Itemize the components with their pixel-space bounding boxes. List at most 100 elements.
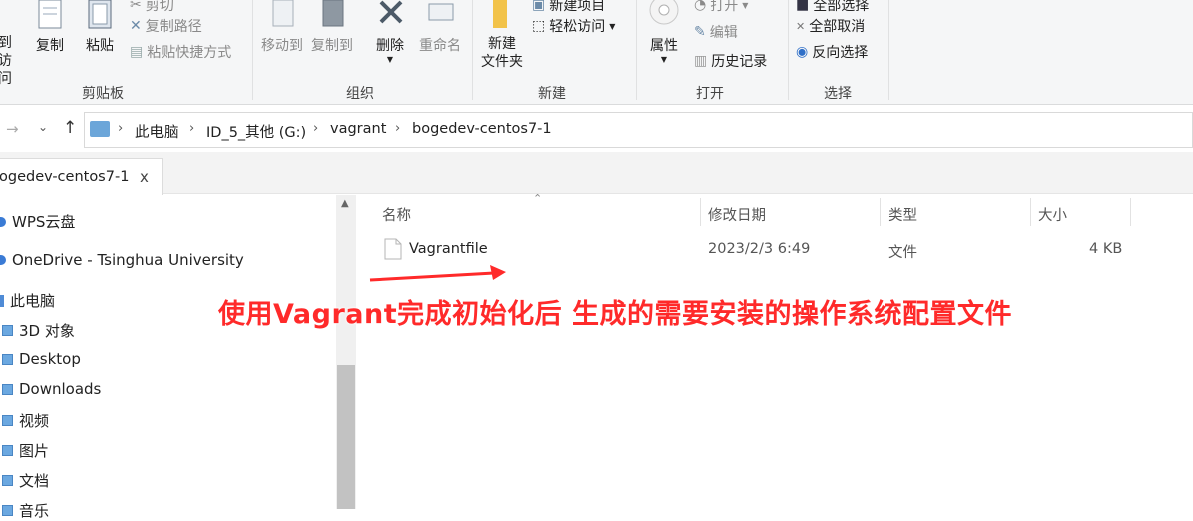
rename-label: 重命名 xyxy=(419,38,461,54)
copy-label: 复制 xyxy=(36,38,64,54)
nav-item[interactable]: 此电脑 xyxy=(0,290,55,311)
scroll-up-icon[interactable]: ▲ xyxy=(341,198,349,209)
breadcrumb-chevron-icon[interactable]: › xyxy=(395,121,400,136)
nav-item-label: WPS云盘 xyxy=(12,213,76,231)
paste-shortcut-label: 粘贴快捷方式 xyxy=(147,45,232,61)
folder-icon xyxy=(2,383,13,395)
nav-item[interactable]: Desktop xyxy=(2,350,81,368)
organize-group-label: 组织 xyxy=(346,86,374,102)
cut-button[interactable]: ✂ 剪切 xyxy=(130,0,174,15)
folder-icon xyxy=(2,475,13,486)
folder-icon xyxy=(2,415,13,426)
new-item-button[interactable]: ▣ 新建项目 xyxy=(532,0,605,15)
paste-shortcut-button[interactable]: ▤ 粘贴快捷方式 xyxy=(130,42,231,62)
select-all-button[interactable]: ■ 全部选择 xyxy=(796,0,869,15)
column-header-type[interactable]: 类型 xyxy=(888,204,917,225)
copy-button[interactable]: 复制 xyxy=(30,0,70,55)
select-none-label: 全部取消 xyxy=(809,19,866,35)
cloud-icon xyxy=(0,255,6,265)
cloud-icon xyxy=(0,216,6,227)
column-divider[interactable] xyxy=(880,198,881,226)
edit-button[interactable]: ✎ 编辑 xyxy=(694,22,738,42)
column-header-size[interactable]: 大小 xyxy=(1038,204,1067,225)
copy-path-label: 复制路径 xyxy=(145,19,202,35)
nav-item[interactable]: 图片 xyxy=(2,440,49,461)
easy-access-button[interactable]: ⬚ 轻松访问 ▼ xyxy=(532,16,615,36)
properties-icon xyxy=(649,0,679,25)
delete-icon xyxy=(379,0,403,24)
select-all-label: 全部选择 xyxy=(813,0,870,14)
breadcrumb-drive[interactable]: ID_5_其他 (G:) xyxy=(206,121,306,142)
edit-icon: ✎ xyxy=(694,24,706,40)
tab-current-folder[interactable]: ogedev-centos7-1 x xyxy=(0,158,163,195)
file-name[interactable]: Vagrantfile xyxy=(409,241,488,257)
pc-icon xyxy=(0,294,4,307)
nav-item-label: 此电脑 xyxy=(10,292,56,310)
ribbon-divider xyxy=(788,0,789,100)
history-icon: ▥ xyxy=(694,53,708,69)
nav-item[interactable]: 视频 xyxy=(2,410,49,431)
pin-quick-access-button[interactable]: 到 访问 xyxy=(0,34,22,88)
annotation-arrow-icon xyxy=(369,265,506,282)
new-group-label: 新建 xyxy=(538,86,566,102)
ribbon-divider xyxy=(888,0,889,100)
open-group-label: 打开 xyxy=(696,86,724,102)
breadcrumb-this-pc[interactable]: 此电脑 xyxy=(135,121,179,142)
open-button[interactable]: ◔ 打开 ▼ xyxy=(694,0,748,15)
chevron-down-icon: ▼ xyxy=(609,21,616,31)
nav-item-label: Downloads xyxy=(19,380,102,398)
breadcrumb-chevron-icon[interactable]: › xyxy=(189,121,194,136)
move-to-icon xyxy=(272,0,294,27)
breadcrumb-current[interactable]: bogedev-centos7-1 xyxy=(412,121,552,137)
breadcrumb-chevron-icon[interactable]: › xyxy=(313,121,318,136)
folder-icon xyxy=(2,353,13,365)
chevron-down-icon: ▼ xyxy=(660,55,668,64)
copy-icon xyxy=(38,0,62,29)
column-divider[interactable] xyxy=(700,198,701,226)
nav-item[interactable]: 3D 对象 xyxy=(2,320,75,341)
recent-locations-chevron-icon[interactable]: ⌄ xyxy=(38,120,48,134)
new-folder-label-1: 新建 xyxy=(488,36,516,52)
up-icon[interactable]: ↑ xyxy=(63,118,77,138)
select-all-icon: ■ xyxy=(796,0,810,13)
column-divider[interactable] xyxy=(1130,198,1131,226)
new-item-icon: ▣ xyxy=(532,0,546,13)
copy-to-button[interactable]: 复制到 xyxy=(308,0,356,55)
nav-scrollbar-thumb[interactable] xyxy=(337,365,355,509)
chevron-down-icon: ▼ xyxy=(742,0,749,10)
ribbon-divider xyxy=(636,0,637,100)
history-button[interactable]: ▥ 历史记录 xyxy=(694,51,767,71)
ribbon-divider xyxy=(472,0,473,100)
column-divider[interactable] xyxy=(1030,198,1031,226)
copy-to-label: 复制到 xyxy=(311,38,353,54)
nav-item[interactable]: OneDrive - Tsinghua University xyxy=(0,251,244,269)
tab-close-icon[interactable]: x xyxy=(140,168,149,186)
new-folder-button[interactable]: 新建 文件夹 xyxy=(478,0,526,71)
nav-item-label: OneDrive - Tsinghua University xyxy=(12,251,244,269)
history-label: 历史记录 xyxy=(711,54,768,70)
nav-item[interactable]: 文档 xyxy=(2,470,49,491)
column-header-date[interactable]: 修改日期 xyxy=(708,204,766,225)
invert-selection-button[interactable]: ◉ 反向选择 xyxy=(796,42,868,62)
rename-icon xyxy=(428,3,454,21)
cut-label: 剪切 xyxy=(145,0,174,14)
paste-button[interactable]: 粘贴 xyxy=(80,0,120,55)
column-header-name[interactable]: 名称 xyxy=(382,204,411,225)
select-none-button[interactable]: ✕ 全部取消 xyxy=(796,16,865,36)
breadcrumb-chevron-icon[interactable]: › xyxy=(118,121,123,136)
properties-button[interactable]: 属性 ▼ xyxy=(642,0,686,65)
move-to-button[interactable]: 移动到 xyxy=(258,0,306,55)
annotation-text: 使用Vagrant完成初始化后 生成的需要安装的操作系统配置文件 xyxy=(218,299,1013,330)
nav-item[interactable]: Downloads xyxy=(2,380,101,398)
nav-item[interactable]: WPS云盘 xyxy=(0,211,75,232)
copy-path-icon: ✕ xyxy=(130,18,142,34)
folder-icon xyxy=(2,445,13,456)
copy-path-button[interactable]: ✕ 复制路径 xyxy=(130,16,202,36)
invert-selection-icon: ◉ xyxy=(796,44,809,60)
nav-item[interactable]: 音乐 xyxy=(2,500,49,521)
delete-button[interactable]: 删除 ▼ xyxy=(368,0,412,65)
forward-icon[interactable]: → xyxy=(6,120,19,138)
breadcrumb-vagrant[interactable]: vagrant xyxy=(330,121,386,137)
pin-label-2: 访问 xyxy=(0,53,12,87)
rename-button[interactable]: 重命名 xyxy=(414,0,466,55)
